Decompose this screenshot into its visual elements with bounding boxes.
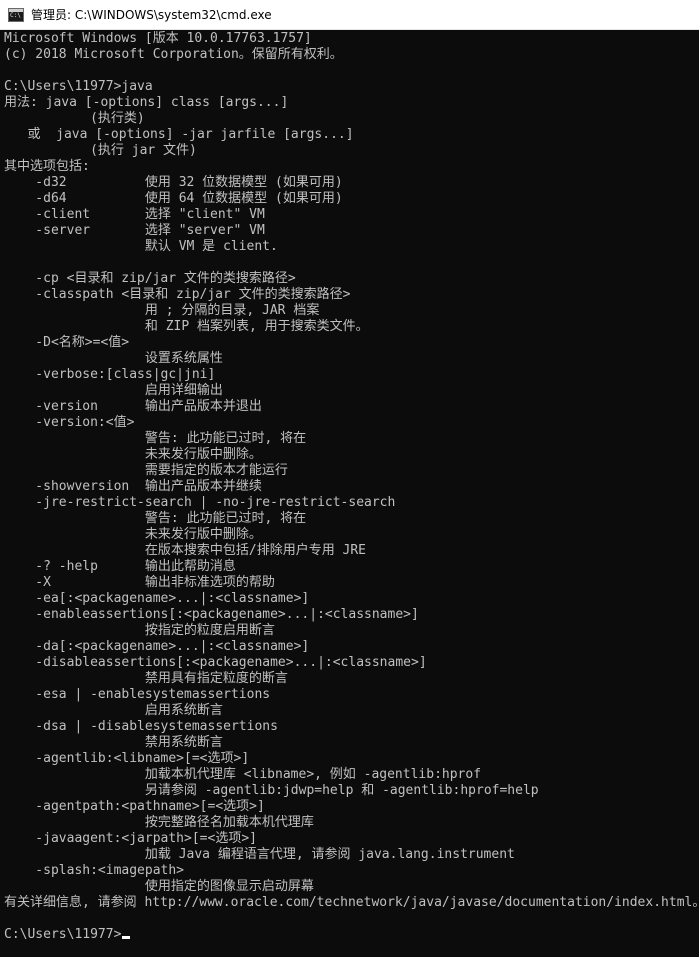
console-line: -classpath <目录和 zip/jar 文件的类搜索路径> <box>4 287 351 302</box>
console-line: 加载 Java 编程语言代理, 请参阅 java.lang.instrument <box>4 847 515 862</box>
console-line: 或 java [-options] -jar jarfile [args...] <box>4 127 354 142</box>
console-line: -d32 使用 32 位数据模型 (如果可用) <box>4 175 343 190</box>
console-line: -d64 使用 64 位数据模型 (如果可用) <box>4 191 343 206</box>
console-line: Microsoft Windows [版本 10.0.17763.1757] <box>4 31 312 46</box>
text-cursor <box>122 936 131 939</box>
console-line: -D<名称>=<值> <box>4 335 130 350</box>
console-line: 用法: java [-options] class [args...] <box>4 95 289 110</box>
console-line: 禁用系统断言 <box>4 735 223 750</box>
console-line: 警告: 此功能已过时, 将在 <box>4 511 307 526</box>
console-line: (执行 jar 文件) <box>4 143 197 158</box>
console-line: -da[:<packagename>...|:<classname>] <box>4 639 310 654</box>
console-line: 按完整路径名加载本机代理库 <box>4 815 314 830</box>
console-line: -ea[:<packagename>...|:<classname>] <box>4 591 310 606</box>
console-line: -jre-restrict-search | -no-jre-restrict-… <box>4 495 396 510</box>
console-line: -esa | -enablesystemassertions <box>4 687 271 702</box>
console-line: 启用系统断言 <box>4 703 223 718</box>
console-line: 用 ; 分隔的目录, JAR 档案 <box>4 303 320 318</box>
title-bar[interactable]: 管理员: C:\WINDOWS\system32\cmd.exe <box>0 0 699 30</box>
console-line: C:\Users\11977> <box>4 927 699 943</box>
console-line: C:\Users\11977>java <box>4 79 153 94</box>
console-line: 启用详细输出 <box>4 383 223 398</box>
console-line: 需要指定的版本才能运行 <box>4 463 288 478</box>
console-output[interactable]: Microsoft Windows [版本 10.0.17763.1757] (c… <box>4 31 699 957</box>
console-line: -version:<值> <box>4 415 135 430</box>
console-line: 按指定的粒度启用断言 <box>4 623 275 638</box>
console-line: 和 ZIP 档案列表, 用于搜索类文件。 <box>4 319 369 334</box>
cmd-window: 管理员: C:\WINDOWS\system32\cmd.exe Microso… <box>0 0 699 957</box>
console-line: -server 选择 "server" VM <box>4 223 265 238</box>
console-line: 在版本搜索中包括/排除用户专用 JRE <box>4 543 367 558</box>
console-line: -disableassertions[:<packagename>...|:<c… <box>4 655 427 670</box>
console-line: -version 输出产品版本并退出 <box>4 399 262 414</box>
console-line: (执行类) <box>4 111 145 126</box>
console-line: 设置系统属性 <box>4 351 223 366</box>
console-line: -? -help 输出此帮助消息 <box>4 559 236 574</box>
console-line: -cp <目录和 zip/jar 文件的类搜索路径> <box>4 271 296 286</box>
console-line: -agentpath:<pathname>[=<选项>] <box>4 799 265 814</box>
console-line: 警告: 此功能已过时, 将在 <box>4 431 307 446</box>
console-line: 禁用具有指定粒度的断言 <box>4 671 288 686</box>
console-line: -verbose:[class|gc|jni] <box>4 367 216 382</box>
window-title: 管理员: C:\WINDOWS\system32\cmd.exe <box>31 8 272 22</box>
console-line: 未来发行版中删除。 <box>4 447 262 462</box>
console-line: -agentlib:<libname>[=<选项>] <box>4 751 250 766</box>
console-line: -javaagent:<jarpath>[=<选项>] <box>4 831 257 846</box>
console-line: 另请参阅 -agentlib:jdwp=help 和 -agentlib:hpr… <box>4 783 539 798</box>
console-line: -client 选择 "client" VM <box>4 207 265 222</box>
console-line: 加载本机代理库 <libname>, 例如 -agentlib:hprof <box>4 767 482 782</box>
console-line: 默认 VM 是 client. <box>4 239 278 254</box>
cmd-console-icon[interactable] <box>8 7 24 22</box>
console-line: 使用指定的图像显示启动屏幕 <box>4 879 314 894</box>
console-line: 未来发行版中删除。 <box>4 527 262 542</box>
console-line: -X 输出非标准选项的帮助 <box>4 575 275 590</box>
console-line: (c) 2018 Microsoft Corporation。保留所有权利。 <box>4 47 343 62</box>
console-line: -splash:<imagepath> <box>4 863 185 878</box>
console-line: -dsa | -disablesystemassertions <box>4 719 278 734</box>
console-line: 有关详细信息, 请参阅 http://www.oracle.com/techne… <box>4 895 699 910</box>
console-line: 其中选项包括: <box>4 159 90 174</box>
console-line: -showversion 输出产品版本并继续 <box>4 479 262 494</box>
console-line: -enableassertions[:<packagename>...|:<cl… <box>4 607 419 622</box>
